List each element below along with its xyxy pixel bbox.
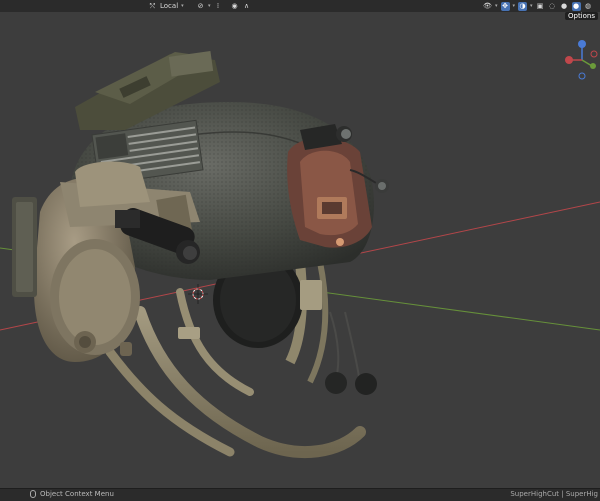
status-hint-label: Object Context Menu (40, 490, 114, 498)
snap-icon[interactable]: ⊘ (196, 2, 205, 11)
shading-rendered-icon[interactable]: ◍ (584, 2, 593, 11)
boom-mic-left (325, 372, 347, 394)
navigation-gizmo[interactable]: Options (564, 12, 600, 86)
gizmo-toggle-icon[interactable]: ✥ (500, 1, 510, 11)
mouse-right-click-icon (30, 490, 36, 498)
transform-orientation-label: Local (160, 2, 179, 10)
falloff-icon[interactable]: ∧ (242, 2, 251, 11)
axis-gizmo-icon[interactable] (564, 26, 600, 86)
transform-orientation-group[interactable]: ⤲ Local ▾ (148, 0, 184, 12)
chevron-down-icon: ▾ (208, 3, 211, 9)
3d-viewport[interactable]: Options (0, 12, 600, 488)
shading-wireframe-icon[interactable]: ◌ (548, 2, 557, 11)
transform-orientation-icon: ⤲ (149, 1, 156, 10)
status-hint: Object Context Menu (30, 490, 114, 498)
shading-material-icon[interactable]: ● (571, 1, 581, 11)
chevron-down-icon: ▾ (181, 3, 184, 9)
viewport-display-group[interactable]: 👁 ▾ ✥ ▾ ◑ ▾ ▣ ◌ ● ● ◍ (483, 0, 593, 12)
snap-group[interactable]: ⊘ ▾ ⁞ (196, 0, 223, 12)
rear-mount (287, 137, 372, 248)
status-bar: Object Context Menu SuperHighCut | Super… (0, 488, 600, 501)
viewport-scene (0, 51, 600, 458)
viewport-visibility-icon[interactable]: 👁 (483, 2, 492, 11)
harness-buckle-left (178, 327, 200, 339)
snap-target-icon[interactable]: ⁞ (214, 2, 223, 11)
harness-buckle-right (300, 280, 322, 310)
overlays-icon[interactable]: ◑ (518, 1, 528, 11)
proportional-edit-group[interactable]: ◉ ∧ (230, 0, 251, 12)
chevron-down-icon: ▾ (512, 3, 516, 9)
xray-icon[interactable]: ▣ (536, 2, 545, 11)
options-tooltip: Options (564, 12, 598, 20)
boom-mic-right (355, 373, 377, 395)
proportional-edit-icon[interactable]: ◉ (230, 2, 239, 11)
chevron-down-icon: ▾ (530, 3, 533, 9)
chevron-down-icon: ▾ (495, 3, 498, 9)
shading-solid-icon[interactable]: ● (560, 2, 569, 11)
3d-cursor (188, 284, 208, 304)
status-scene-info: SuperHighCut | SuperHig (510, 490, 598, 498)
